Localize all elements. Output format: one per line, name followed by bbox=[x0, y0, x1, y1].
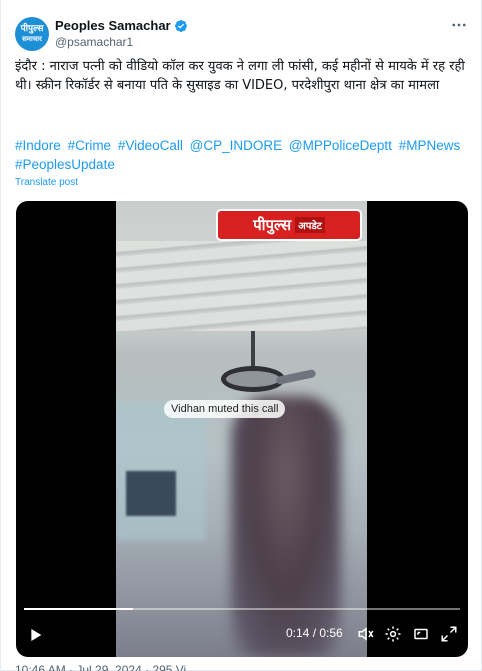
avatar[interactable]: पीपुल्स समाचार bbox=[15, 17, 49, 51]
video-controls: 0:14 / 0:56 bbox=[16, 611, 468, 657]
name-row: Peoples Samachar bbox=[55, 17, 188, 34]
fan-rod bbox=[251, 331, 255, 371]
mention-link[interactable]: @CP_INDORE bbox=[190, 138, 282, 153]
avatar-logo-bottom: समाचार bbox=[22, 35, 42, 43]
post-text: इंदौर : नाराज पत्नी को वीडियो कॉल कर युव… bbox=[15, 59, 465, 93]
hashtag-link[interactable]: #Indore bbox=[15, 138, 61, 153]
hashtag-link[interactable]: #VideoCall bbox=[118, 138, 183, 153]
brand-sub-text: अपडेट bbox=[295, 217, 325, 233]
settings-gear-icon[interactable] bbox=[383, 624, 403, 644]
video-ceiling bbox=[116, 241, 367, 331]
progress-fill bbox=[24, 608, 133, 610]
time-display: 0:14 / 0:56 bbox=[286, 626, 343, 640]
fan-blade bbox=[275, 368, 317, 386]
video-frame: पीपुल्स अपडेट Vidhan muted this call bbox=[116, 201, 367, 657]
progress-bar[interactable] bbox=[24, 608, 460, 610]
volume-icon[interactable] bbox=[356, 624, 376, 644]
display-name[interactable]: Peoples Samachar bbox=[55, 18, 171, 33]
play-icon[interactable] bbox=[28, 627, 44, 643]
expand-icon[interactable] bbox=[439, 624, 459, 644]
translate-post-link[interactable]: Translate post bbox=[15, 177, 78, 188]
hashtag-link[interactable]: #MPNews bbox=[399, 138, 461, 153]
video-window bbox=[126, 471, 176, 516]
brand-badge: पीपुल्स अपडेट bbox=[216, 209, 362, 241]
account-handle[interactable]: @psamachar1 bbox=[55, 35, 133, 49]
fullscreen-icon[interactable] bbox=[411, 624, 431, 644]
verified-badge-icon bbox=[174, 19, 187, 32]
call-caption: Vidhan muted this call bbox=[164, 400, 286, 418]
brand-main-text: पीपुल्स bbox=[253, 216, 292, 234]
hashtag-list: #Indore #Crime #VideoCall @CP_INDORE @MP… bbox=[15, 136, 467, 174]
avatar-logo-top: पीपुल्स bbox=[20, 24, 44, 34]
more-horizontal-icon[interactable] bbox=[449, 15, 469, 35]
post-card: पीपुल्स समाचार Peoples Samachar @psamach… bbox=[0, 0, 482, 671]
video-player[interactable]: पीपुल्स अपडेट Vidhan muted this call 0:1… bbox=[16, 201, 468, 657]
hashtag-link[interactable]: #PeoplesUpdate bbox=[15, 157, 115, 172]
mention-link[interactable]: @MPPoliceDeptt bbox=[289, 138, 392, 153]
post-timestamp[interactable]: 10:46 AM · Jul 29, 2024 · 295 Vi bbox=[15, 663, 186, 671]
post-header: पीपुल्स समाचार Peoples Samachar @psamach… bbox=[15, 13, 469, 53]
hashtag-link[interactable]: #Crime bbox=[68, 138, 112, 153]
